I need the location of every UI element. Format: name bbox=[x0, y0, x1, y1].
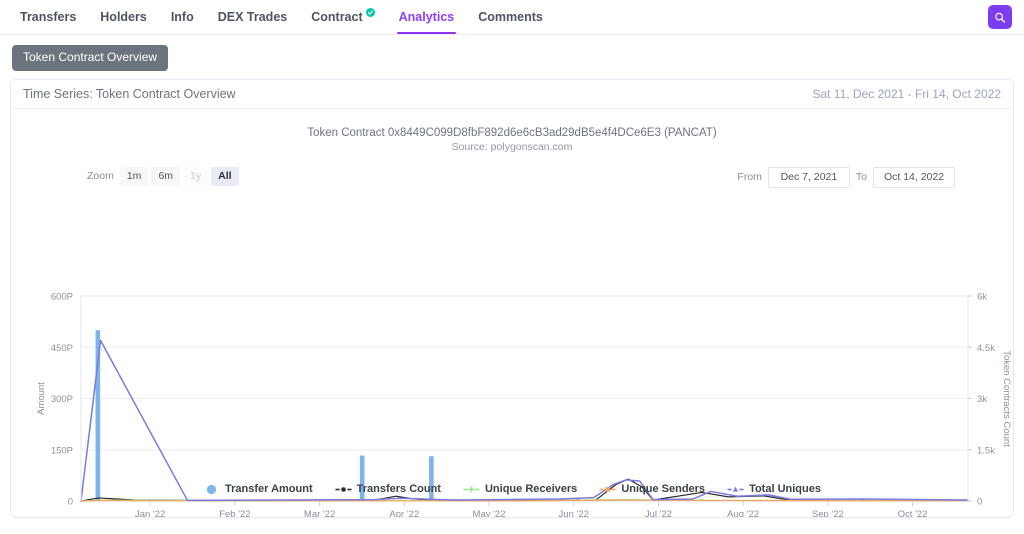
legend-marker bbox=[599, 484, 616, 495]
y2-axis-title: Token Contracts Count bbox=[1001, 350, 1012, 447]
tab-navigation-bar: Transfers Holders Info DEX Trades Contract An… bbox=[0, 0, 1024, 35]
tab-label: Comments bbox=[478, 10, 543, 24]
x-axis-tick-label: Feb '22 bbox=[219, 509, 250, 517]
x-axis-tick-label: Jul '22 bbox=[645, 509, 672, 517]
analytics-card: Time Series: Token Contract Overview Sat… bbox=[10, 79, 1014, 519]
legend-label: Unique Senders bbox=[621, 483, 706, 496]
card-date-range: Sat 11, Dec 2021 - Fri 14, Oct 2022 bbox=[812, 87, 1001, 102]
series-transfer-amount bbox=[95, 330, 864, 502]
tab-dex-trades[interactable]: DEX Trades bbox=[206, 0, 299, 34]
x-axis-tick-label: Jan '22 bbox=[135, 509, 165, 517]
legend-symbol-dash-triangle bbox=[727, 486, 744, 492]
legend-marker bbox=[463, 484, 480, 495]
zoom-buttons: 1m 6m 1y All bbox=[119, 167, 239, 186]
tab-label: Transfers bbox=[20, 10, 77, 24]
date-range-group: From Dec 7, 2021 To Oct 14, 2022 bbox=[737, 167, 955, 188]
tab-label: Info bbox=[170, 10, 194, 24]
x-axis-tick-label: Aug '22 bbox=[727, 509, 759, 517]
tab-analytics[interactable]: Analytics bbox=[387, 0, 467, 34]
from-date-input[interactable]: Dec 7, 2021 bbox=[767, 167, 850, 188]
x-axis-tick-label: Mar '22 bbox=[304, 509, 335, 517]
tab-info[interactable]: Info bbox=[159, 0, 206, 34]
zoom-control-group: Zoom 1m 6m 1y All bbox=[87, 167, 239, 186]
column-bar bbox=[95, 330, 101, 502]
chart-legend: Transfer Amount Transfers Count Unique Rec… bbox=[11, 483, 1013, 495]
overview-button-row: Token Contract Overview bbox=[0, 35, 1024, 79]
legend-label: Transfer Amount bbox=[225, 483, 313, 496]
zoom-button-all[interactable]: All bbox=[211, 167, 239, 186]
tab-contract[interactable]: Contract bbox=[299, 0, 386, 34]
y-axis-title: Amount bbox=[36, 382, 47, 415]
legend-item-unique-senders[interactable]: Unique Senders bbox=[599, 483, 705, 495]
to-label: To bbox=[855, 171, 867, 184]
verified-check-icon bbox=[365, 7, 375, 17]
y2-axis-tick-label: 0 bbox=[977, 497, 982, 508]
series-line bbox=[80, 499, 969, 502]
y-axis-tick-label: 150P bbox=[51, 445, 73, 456]
tab-label: Holders bbox=[100, 10, 147, 24]
tab-label: Analytics bbox=[398, 10, 455, 24]
series-unique-receivers bbox=[80, 499, 969, 502]
to-date-input[interactable]: Oct 14, 2022 bbox=[873, 167, 955, 188]
card-body: Token Contract 0x8449C099D8fbF892d6e6cB3… bbox=[11, 109, 1013, 517]
y2-axis-tick-label: 3k bbox=[977, 394, 987, 405]
y-axis-tick-label: 0 bbox=[68, 497, 73, 508]
legend-marker bbox=[335, 484, 352, 495]
x-axis-tick-label: May '22 bbox=[473, 509, 506, 517]
tab-comments[interactable]: Comments bbox=[466, 0, 555, 34]
chart-subtitle: Source: polygonscan.com bbox=[451, 140, 573, 153]
column-bar bbox=[699, 499, 705, 502]
zoom-label: Zoom bbox=[87, 170, 114, 183]
tab-transfers[interactable]: Transfers bbox=[8, 0, 88, 34]
series-line bbox=[80, 499, 969, 502]
legend-label: Total Uniques bbox=[749, 483, 821, 496]
legend-label: Unique Receivers bbox=[484, 483, 578, 496]
series-line bbox=[80, 339, 969, 502]
tab-label: DEX Trades bbox=[217, 10, 288, 24]
y2-axis-tick-label: 4.5k bbox=[977, 343, 995, 354]
legend-symbol-circle bbox=[206, 484, 217, 494]
card-title: Time Series: Token Contract Overview bbox=[23, 87, 236, 102]
legend-item-total-uniques[interactable]: Total Uniques bbox=[727, 483, 821, 495]
zoom-button-1m[interactable]: 1m bbox=[119, 167, 149, 186]
legend-marker bbox=[727, 484, 744, 495]
legend-symbol-dash-plus bbox=[463, 486, 480, 493]
chart-title: Token Contract 0x8449C099D8fbF892d6e6cB3… bbox=[307, 127, 717, 140]
tab-list: Transfers Holders Info DEX Trades Contract An… bbox=[8, 0, 555, 34]
token-contract-overview-button[interactable]: Token Contract Overview bbox=[12, 45, 169, 72]
legend-item-transfer-amount[interactable]: Transfer Amount bbox=[203, 483, 313, 495]
legend-label: Transfers Count bbox=[356, 483, 441, 496]
column-bar bbox=[859, 499, 864, 502]
series-total-uniques bbox=[80, 339, 969, 502]
chart-toolbar: Zoom 1m 6m 1y All From Dec 7, 2021 To Oct 1… bbox=[11, 167, 1013, 188]
zoom-button-6m[interactable]: 6m bbox=[151, 167, 181, 186]
legend-item-transfers-count[interactable]: Transfers Count bbox=[335, 483, 441, 495]
series-unique-senders bbox=[80, 499, 969, 502]
y-axis-tick-label: 600P bbox=[51, 292, 73, 303]
y-axis-tick-label: 300P bbox=[51, 394, 73, 405]
legend-symbol-dash-dot bbox=[335, 486, 352, 492]
column-bar bbox=[575, 498, 581, 502]
page-root: Transfers Holders Info DEX Trades Contract An… bbox=[0, 0, 1024, 534]
search-icon bbox=[995, 12, 1006, 23]
tab-label: Contract bbox=[311, 10, 363, 24]
x-axis-tick-label: Sep '22 bbox=[812, 509, 844, 517]
legend-item-unique-receivers[interactable]: Unique Receivers bbox=[463, 483, 577, 495]
y-axis-tick-label: 450P bbox=[51, 343, 73, 354]
legend-symbol-dash-square bbox=[599, 486, 616, 492]
x-axis-tick-label: Oct '22 bbox=[898, 509, 928, 517]
y2-axis-tick-label: 1.5k bbox=[977, 445, 995, 456]
from-label: From bbox=[737, 171, 762, 184]
zoom-button-1y: 1y bbox=[183, 167, 209, 186]
y2-axis-tick-label: 6k bbox=[977, 292, 987, 303]
x-axis-tick-label: Jun '22 bbox=[559, 509, 589, 517]
card-header: Time Series: Token Contract Overview Sat… bbox=[11, 80, 1013, 110]
x-axis-tick-label: Apr '22 bbox=[389, 509, 419, 517]
legend-marker bbox=[203, 484, 220, 495]
search-button[interactable] bbox=[988, 5, 1012, 29]
tab-holders[interactable]: Holders bbox=[88, 0, 159, 34]
